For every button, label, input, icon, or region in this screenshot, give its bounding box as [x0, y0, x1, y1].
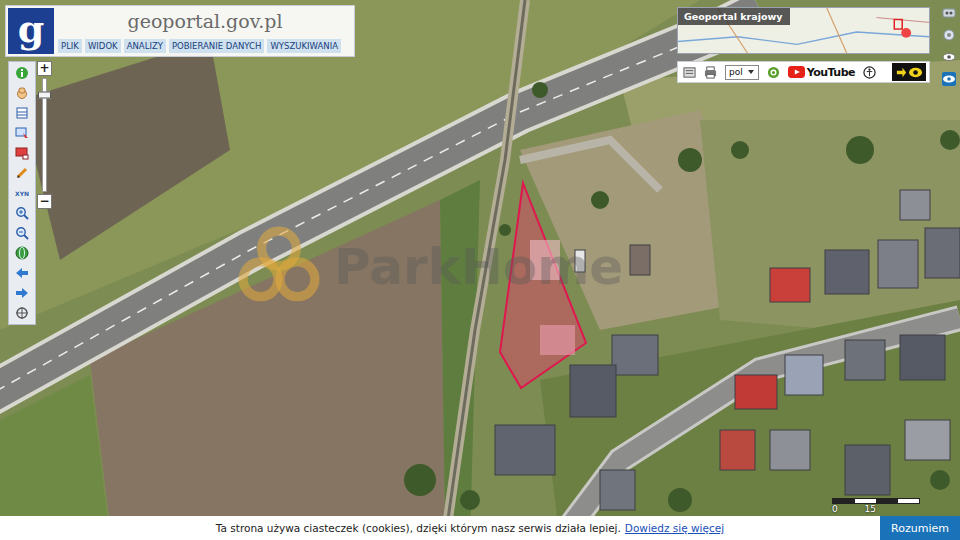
tool-button[interactable] — [13, 125, 31, 141]
erase-icon — [15, 146, 29, 160]
geoportal-screen: ParkHome ggeoportal.gov.pl PLIKWIDOKANALIZ… — [0, 0, 960, 540]
tool-button[interactable] — [13, 285, 31, 301]
cookie-text: Ta strona używa ciasteczek (cookies), dz… — [216, 522, 621, 534]
select-icon — [15, 126, 29, 140]
settings-icon[interactable] — [942, 28, 956, 42]
grid-icon — [15, 106, 29, 120]
zoom-slider-thumb[interactable] — [38, 91, 51, 98]
left-toolbar: XYN — [8, 61, 36, 325]
accessibility-icon[interactable] — [863, 66, 876, 79]
overview-title: Geoportal krajowy — [678, 8, 790, 25]
target-icon — [15, 306, 29, 320]
eye-icon[interactable] — [942, 50, 956, 64]
main-menu: PLIKWIDOKANALIZYPOBIERANIE DANYCHWYSZUKI… — [58, 39, 352, 54]
menu-item[interactable]: PLIK — [58, 39, 82, 53]
logo[interactable]: g — [8, 8, 54, 54]
scale-bar: 0 15 — [832, 498, 920, 514]
tool-button[interactable] — [13, 305, 31, 321]
cookie-bar: Ta strona używa ciasteczek (cookies), dz… — [0, 516, 960, 540]
tool-button[interactable] — [13, 245, 31, 261]
view-icon[interactable] — [942, 72, 956, 86]
coordinates-label: XYN — [15, 190, 29, 197]
tool-button[interactable] — [13, 165, 31, 181]
zoomin-icon — [15, 206, 29, 220]
site-title[interactable]: geoportal.gov.pl — [58, 8, 352, 32]
print-icon[interactable] — [704, 66, 717, 79]
zoom-slider[interactable] — [42, 78, 47, 192]
right-icon-column — [942, 6, 956, 86]
zoom-control: +− — [38, 61, 51, 209]
dropdown-caret-icon — [747, 68, 755, 76]
help-icon[interactable] — [767, 66, 780, 79]
cookie-more-link[interactable]: Dowiedz się więcej — [625, 522, 724, 534]
left-icon — [15, 266, 29, 280]
menu-item[interactable]: ANALIZY — [124, 39, 166, 53]
menu-item[interactable]: WIDOK — [85, 39, 121, 53]
language-select[interactable]: pol — [725, 65, 759, 80]
scale-label: 15 — [865, 504, 876, 514]
legend-icon[interactable] — [683, 66, 696, 79]
accept-cookies-button[interactable]: Rozumiem — [880, 516, 960, 540]
minimize-icon[interactable] — [942, 6, 956, 20]
top-icon-bar: pol YouTube — [677, 61, 930, 83]
header-panel: ggeoportal.gov.pl PLIKWIDOKANALIZYPOBIERA… — [5, 5, 355, 57]
info-icon — [15, 66, 29, 80]
tool-button[interactable] — [13, 225, 31, 241]
tool-button[interactable]: XYN — [13, 185, 31, 201]
tool-button[interactable] — [13, 145, 31, 161]
tool-button[interactable] — [13, 105, 31, 121]
tool-button[interactable] — [13, 205, 31, 221]
tool-button[interactable] — [13, 265, 31, 281]
zoomout-icon — [15, 226, 29, 240]
youtube-link[interactable]: YouTube — [788, 66, 855, 79]
overview-map[interactable]: Geoportal krajowy — [677, 7, 930, 54]
watermark: ParkHome — [238, 226, 623, 308]
menu-item[interactable]: WYSZUKIWANIA — [267, 39, 341, 53]
high-contrast-button[interactable] — [892, 63, 926, 81]
menu-item[interactable]: POBIERANIE DANYCH — [169, 39, 264, 53]
parcel-boundary[interactable] — [500, 183, 586, 388]
youtube-play-icon — [788, 66, 805, 78]
right-icon — [15, 286, 29, 300]
clover-logo-icon — [238, 226, 320, 308]
tool-button[interactable] — [13, 65, 31, 81]
zoom-in-button[interactable]: + — [37, 61, 52, 76]
scale-label: 0 — [832, 504, 838, 514]
arrow-eye-icon — [895, 65, 923, 80]
tool-button[interactable] — [13, 85, 31, 101]
zoom-out-button[interactable]: − — [37, 194, 52, 209]
globe-icon — [15, 246, 29, 260]
pencil-icon — [15, 166, 29, 180]
hand-icon — [15, 86, 29, 100]
